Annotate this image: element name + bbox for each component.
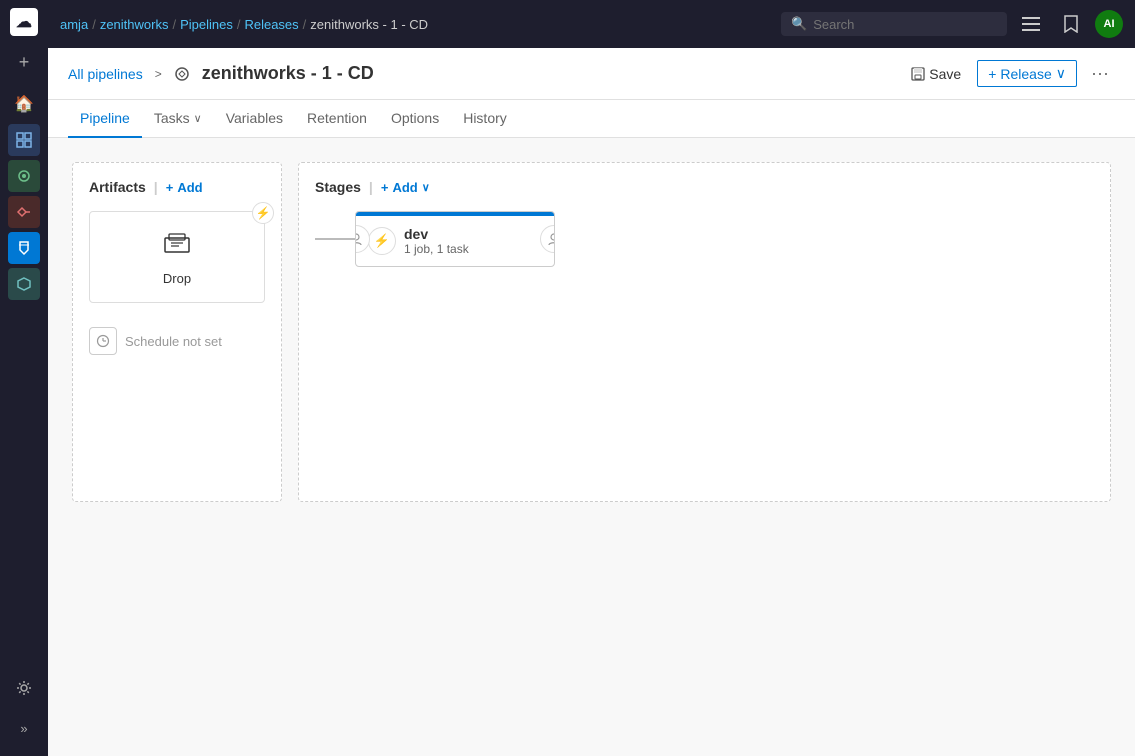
expand-icon[interactable]: » [8, 712, 40, 744]
release-button[interactable]: + Release ∨ [977, 60, 1077, 87]
stages-add-button[interactable]: + Add ∨ [381, 180, 430, 195]
artifact-label: Drop [163, 271, 191, 286]
page-title: zenithworks - 1 - CD [202, 63, 892, 84]
tab-history[interactable]: History [451, 100, 519, 138]
artifacts-add-button[interactable]: + Add [166, 180, 203, 195]
artifact-lightning-icon: ⚡ [252, 202, 274, 224]
sidebar-item-test[interactable] [8, 232, 40, 264]
sidebar-add-button[interactable]: + [10, 48, 38, 76]
sidebar: ☁ + 🏠 » [0, 0, 48, 756]
breadcrumb-pipelines[interactable]: Pipelines [180, 17, 233, 32]
artifact-build-icon [163, 228, 191, 263]
tab-variables[interactable]: Variables [214, 100, 295, 138]
stages-box: Stages | + Add ∨ ⚡ [298, 162, 1111, 502]
sidebar-item-repos[interactable] [8, 160, 40, 192]
breadcrumb-current: zenithworks - 1 - CD [310, 17, 428, 32]
search-input[interactable] [813, 17, 997, 32]
main-area: amja / zenithworks / Pipelines / Release… [48, 0, 1135, 756]
schedule-label: Schedule not set [125, 334, 222, 349]
sidebar-item-pipelines[interactable] [8, 196, 40, 228]
pipeline-icon [174, 66, 190, 82]
stage-name: dev [404, 226, 542, 242]
search-icon: 🔍 [791, 16, 807, 32]
schedule-icon [89, 327, 117, 355]
sidebar-item-overview[interactable]: 🏠 [8, 88, 40, 120]
more-options-button[interactable]: ··· [1085, 59, 1115, 88]
page-header: All pipelines > zenithworks - 1 - CD Sav… [48, 48, 1135, 100]
artifacts-label: Artifacts [89, 179, 146, 195]
stage-lightning-icon: ⚡ [368, 227, 396, 255]
artifacts-box: Artifacts | + Add ⚡ Drop [72, 162, 282, 502]
breadcrumb: amja / zenithworks / Pipelines / Release… [60, 17, 773, 32]
save-button[interactable]: Save [903, 62, 969, 86]
tab-retention[interactable]: Retention [295, 100, 379, 138]
settings-icon[interactable] [8, 672, 40, 704]
stage-dev-card[interactable]: ⚡ dev 1 job, 1 task [355, 211, 555, 267]
topbar: amja / zenithworks / Pipelines / Release… [48, 0, 1135, 48]
user-avatar[interactable]: AI [1095, 10, 1123, 38]
artifact-drop-card[interactable]: ⚡ Drop [89, 211, 265, 303]
tab-pipeline[interactable]: Pipeline [68, 100, 142, 138]
breadcrumb-zenithworks[interactable]: zenithworks [100, 17, 169, 32]
pipeline-canvas: Artifacts | + Add ⚡ Drop [48, 138, 1135, 756]
bookmark-icon[interactable] [1055, 8, 1087, 40]
all-pipelines-link[interactable]: All pipelines [68, 66, 143, 82]
stage-dev-wrapper: ⚡ dev 1 job, 1 task [315, 211, 1094, 267]
sidebar-item-artifacts[interactable] [8, 268, 40, 300]
tabs-bar: Pipeline Tasks ∨ Variables Retention Opt… [48, 100, 1135, 138]
tab-options[interactable]: Options [379, 100, 451, 138]
stage-meta: 1 job, 1 task [404, 242, 542, 256]
tab-tasks[interactable]: Tasks ∨ [142, 100, 214, 138]
connector-line [315, 238, 355, 240]
header-chevron: > [155, 67, 162, 81]
schedule-row: Schedule not set [89, 327, 265, 355]
stages-label: Stages [315, 179, 361, 195]
search-box: 🔍 [781, 12, 1007, 36]
sidebar-item-boards[interactable] [8, 124, 40, 156]
app-logo[interactable]: ☁ [10, 8, 38, 36]
list-icon[interactable] [1015, 8, 1047, 40]
breadcrumb-releases[interactable]: Releases [244, 17, 298, 32]
breadcrumb-amja[interactable]: amja [60, 17, 88, 32]
